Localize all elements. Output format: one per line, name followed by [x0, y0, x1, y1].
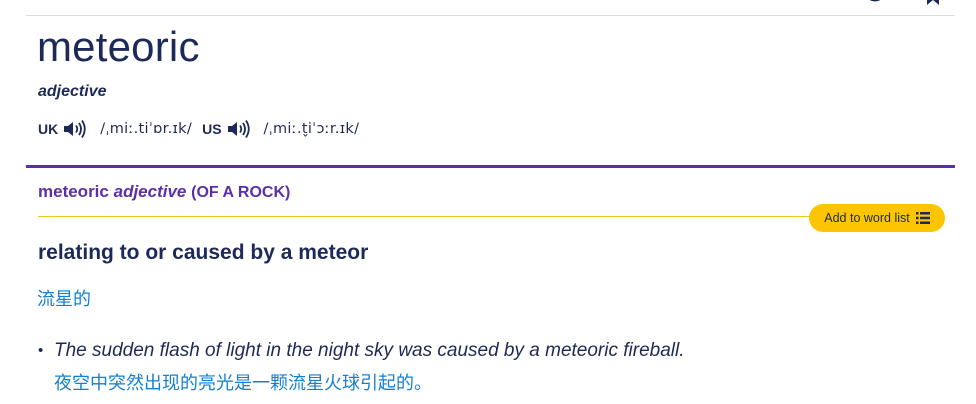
region-us-label: US	[202, 121, 222, 137]
speaker-icon[interactable]	[62, 119, 88, 139]
sense-pos: adjective	[113, 182, 187, 201]
add-to-word-list-label: Add to word list	[824, 211, 910, 225]
example-sentence: The sudden flash of light in the night s…	[54, 340, 685, 361]
add-to-word-list-button[interactable]: Add to word list	[809, 204, 945, 232]
top-divider	[26, 15, 955, 16]
part-of-speech: adjective	[38, 83, 107, 100]
pronunciation-row: UK /ˌmiː.tiˈɒr.ɪk/ US /ˌmiː.t̬iˈɔːr.ɪk/	[38, 118, 369, 140]
ipa-uk: /ˌmiː.tiˈɒr.ɪk/	[100, 121, 193, 137]
example-translation: 夜空中突然出现的亮光是一颗流星火球引起的。	[54, 373, 432, 394]
bullet: •	[38, 342, 44, 359]
top-toolbar	[864, 0, 944, 6]
sense-underline	[38, 216, 926, 217]
eye-icon[interactable]	[864, 0, 886, 6]
ipa-us: /ˌmiː.t̬iˈɔːr.ɪk/	[263, 121, 360, 137]
speaker-icon[interactable]	[226, 119, 252, 139]
bookmark-icon[interactable]	[922, 0, 944, 6]
sense-guideword: (OF A ROCK)	[191, 184, 291, 201]
definition: relating to or caused by a meteor	[38, 241, 369, 264]
definition-translation: 流星的	[37, 289, 91, 310]
sense-divider	[26, 165, 955, 168]
list-icon	[915, 212, 930, 224]
headword: meteoric	[37, 23, 200, 70]
sense-word: meteoric	[38, 182, 109, 201]
sense-header: meteoric adjective (OF A ROCK)	[38, 182, 290, 202]
region-uk-label: UK	[38, 121, 59, 137]
